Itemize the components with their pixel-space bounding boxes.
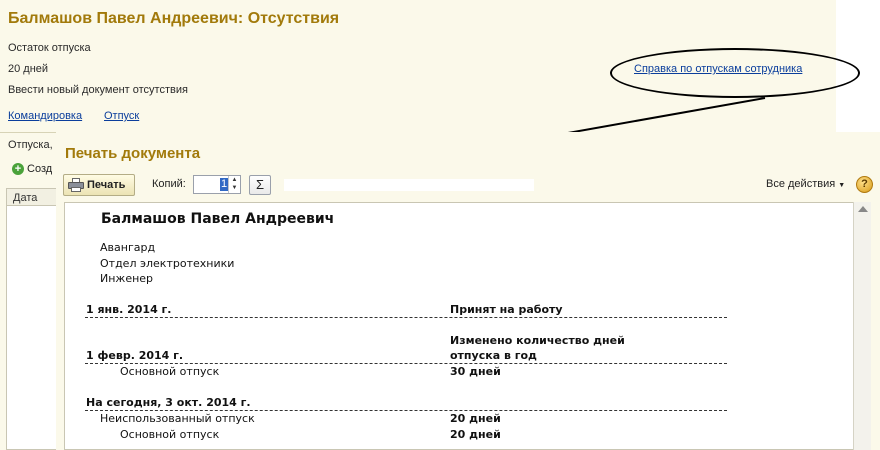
document-scrollbar[interactable] (853, 202, 871, 450)
create-button-label: Созд (27, 163, 53, 175)
new-document-label: Ввести новый документ отсутствия (8, 84, 188, 96)
detail-value: 30 дней (450, 365, 501, 378)
chevron-down-icon: ▼ (838, 182, 846, 189)
row-separator (85, 410, 727, 411)
dialog-title: Печать документа (65, 145, 201, 162)
detail-label: Основной отпуск (120, 365, 220, 378)
business-trip-link[interactable]: Командировка (8, 110, 82, 122)
background-window-title: Балмашов Павел Андреевич: Отсутствия (8, 10, 340, 27)
detail-label: Основной отпуск (120, 428, 220, 441)
all-actions-menu[interactable]: Все действия ▼ (766, 178, 845, 190)
vacation-balance-label: Остаток отпуска (8, 42, 91, 54)
event-description-line2: отпуска в год (450, 349, 537, 362)
sum-button[interactable]: Σ (249, 175, 271, 195)
copies-value: 1 (220, 178, 229, 191)
vacation-link[interactable]: Отпуск (104, 110, 139, 122)
document-preview[interactable]: Балмашов Павел Андреевич Авангард Отдел … (64, 202, 854, 450)
print-button-label: Печать (87, 179, 126, 191)
spin-down-icon[interactable]: ▼ (229, 184, 240, 192)
section-label: Отпуска, (8, 139, 53, 151)
event-description-line1: Изменено количество дней (450, 334, 625, 347)
unused-vacation-value: 20 дней (450, 412, 501, 425)
event-description: Принят на работу (450, 303, 563, 316)
organization: Авангард (100, 241, 156, 254)
scroll-up-icon[interactable] (858, 206, 868, 212)
table-header-date[interactable]: Дата (7, 189, 61, 206)
all-actions-label: Все действия (766, 178, 836, 190)
spin-up-icon[interactable]: ▲ (229, 176, 240, 184)
help-icon[interactable]: ? (856, 176, 873, 193)
unused-vacation-label: Неиспользованный отпуск (100, 412, 255, 425)
absences-table[interactable]: Дата (6, 188, 62, 450)
callout-ellipse (610, 48, 860, 98)
event-date: 1 февр. 2014 г. (86, 349, 184, 362)
copies-input[interactable]: 1 ▲ ▼ (193, 175, 241, 194)
print-button[interactable]: Печать (63, 174, 135, 196)
event-date: На сегодня, 3 окт. 2014 г. (86, 396, 251, 409)
event-date: 1 янв. 2014 г. (86, 303, 172, 316)
detail-value: 20 дней (450, 428, 501, 441)
copies-spinner[interactable]: ▲ ▼ (228, 176, 240, 193)
vacation-balance-value: 20 дней (8, 63, 49, 75)
dialog-toolbar: Печать Копий: 1 ▲ ▼ Σ Все действия ▼ ? (56, 172, 880, 198)
plus-icon: + (12, 163, 24, 175)
toolbar-blank-field (284, 179, 534, 191)
department: Отдел электротехники (100, 257, 235, 270)
copies-label: Копий: (152, 178, 186, 190)
create-button[interactable]: + Созд (12, 163, 52, 175)
printer-icon (68, 178, 84, 192)
row-separator (85, 363, 727, 364)
row-separator (85, 317, 727, 318)
print-document-dialog: Печать документа Печать Копий: 1 ▲ ▼ Σ В… (56, 132, 880, 450)
position: Инженер (100, 272, 154, 285)
employee-name: Балмашов Павел Андреевич (101, 211, 335, 227)
